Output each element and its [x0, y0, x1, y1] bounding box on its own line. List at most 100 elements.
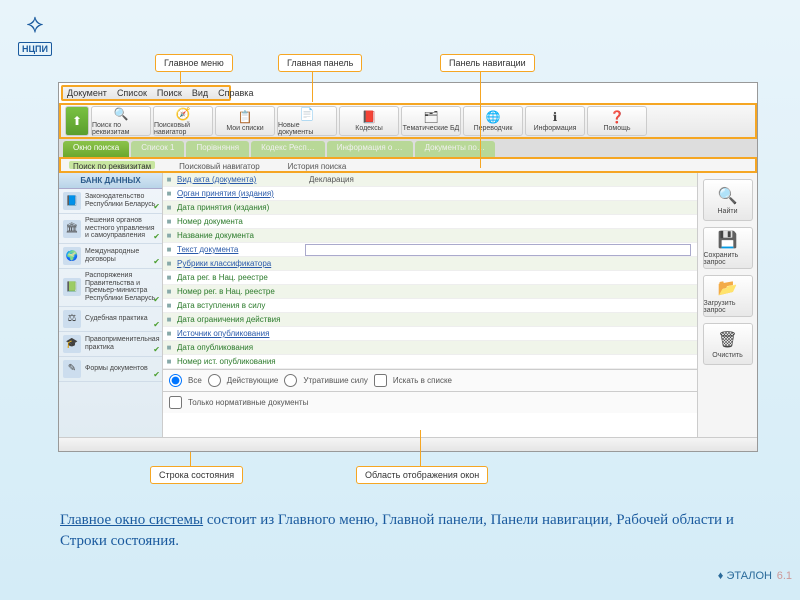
logo-text: НЦПИ [18, 42, 52, 56]
bullet-icon: ■ [163, 273, 175, 282]
callout-main-menu: Главное меню [155, 54, 233, 72]
filter-in-list-check[interactable] [374, 374, 387, 387]
clear-button[interactable]: 🗑Очистить [703, 323, 753, 365]
callout-nav-panel: Панель навигации [440, 54, 535, 72]
subtab-history[interactable]: История поиска [284, 161, 351, 169]
tab-list1[interactable]: Список 1 [131, 141, 184, 157]
sidebar-item-intl[interactable]: 🌍Международные договоры✔ [59, 244, 162, 269]
menu-list[interactable]: Список [117, 88, 147, 98]
check-icon: ✔ [153, 258, 160, 267]
sidebar-item-law-practice[interactable]: 🎓Правоприменительная практика✔ [59, 332, 162, 357]
back-button[interactable]: ⬆ [65, 106, 89, 136]
sidebar-item-legislation[interactable]: 📘Законодательство Республики Беларусь✔ [59, 189, 162, 214]
menu-document[interactable]: Документ [67, 88, 107, 98]
tab-codex[interactable]: Кодекс Респ… [251, 141, 325, 157]
form-field-row: ■Вид акта (документа)Декларация [163, 173, 697, 187]
scales-icon: ⚖ [63, 310, 81, 328]
bullet-icon: ■ [163, 343, 175, 352]
form-field-row: ■Номер ист. опубликования [163, 355, 697, 369]
form-field-row: ■Номер документа [163, 215, 697, 229]
tb-translator[interactable]: 🌐Переводчик [463, 106, 523, 136]
save-query-button[interactable]: 💾Сохранить запрос [703, 227, 753, 269]
menu-search[interactable]: Поиск [157, 88, 182, 98]
caption-title: Главное окно системы [60, 512, 203, 528]
tb-codes[interactable]: 📕Кодексы [339, 106, 399, 136]
filter-row-2: Только нормативные документы [163, 391, 697, 413]
page-version: 6.1 [777, 570, 792, 582]
form-field-row: ■Дата принятия (издания) [163, 201, 697, 215]
bullet-icon: ■ [163, 175, 175, 184]
tb-thematic-db[interactable]: 🗂Тематические БД [401, 106, 461, 136]
field-label[interactable]: Орган принятия (издания) [175, 189, 305, 198]
help-icon: ❓ [610, 110, 625, 124]
globe-icon: 🌍 [63, 247, 81, 265]
caption: Главное окно системы состоит из Главного… [60, 510, 740, 552]
info-icon: ℹ [553, 110, 558, 124]
subtab-requisites[interactable]: Поиск по реквизитам [69, 161, 155, 169]
callout-main-panel: Главная панель [278, 54, 362, 72]
tb-my-lists[interactable]: 📋Мои списки [215, 106, 275, 136]
sidebar: БАНК ДАННЫХ 📘Законодательство Республики… [59, 173, 163, 451]
field-label: Дата вступления в силу [175, 301, 305, 310]
bullet-icon: ■ [163, 189, 175, 198]
arrow-up-icon: ⬆ [72, 114, 82, 128]
find-button[interactable]: 🔍Найти [703, 179, 753, 221]
tb-help[interactable]: ❓Помощь [587, 106, 647, 136]
menu-view[interactable]: Вид [192, 88, 208, 98]
field-label: Дата принятия (издания) [175, 203, 305, 212]
magnifier-icon: 🔍 [718, 186, 738, 206]
bullet-icon: ■ [163, 357, 175, 366]
field-label[interactable]: Вид акта (документа) [175, 175, 305, 184]
sidebar-item-local-gov[interactable]: 🏛Решения органов местного управления и с… [59, 214, 162, 244]
sidebar-item-doc-forms[interactable]: ✎Формы документов✔ [59, 357, 162, 382]
search-form: ■Вид акта (документа)Декларация■Орган пр… [163, 173, 697, 451]
form-field-row: ■Название документа [163, 229, 697, 243]
field-label: Название документа [175, 231, 305, 240]
filter-all-radio[interactable] [169, 374, 182, 387]
trash-icon: 🗑 [717, 330, 737, 350]
tb-new-docs[interactable]: 📄Новые документы [277, 106, 337, 136]
field-label[interactable]: Источник опубликования [175, 329, 305, 338]
menu-bar: Документ Список Поиск Вид Справка [61, 85, 231, 101]
form-field-row: ■Рубрики классификатора [163, 257, 697, 271]
filter-only-norm-check[interactable] [169, 396, 182, 409]
tb-info[interactable]: ℹИнформация [525, 106, 585, 136]
tb-search-navigator[interactable]: 🧭Поисковый навигатор [153, 106, 213, 136]
book-icon: 📕 [362, 110, 377, 124]
bullet-icon: ■ [163, 329, 175, 338]
action-panel: 🔍Найти 💾Сохранить запрос 📂Загрузить запр… [697, 173, 757, 451]
tab-docs[interactable]: Документы по… [415, 141, 495, 157]
status-bar [59, 437, 757, 451]
text-document-input[interactable] [305, 244, 691, 256]
load-icon: 📂 [718, 278, 738, 298]
app-window: Документ Список Поиск Вид Справка ⬆ 🔍Пои… [58, 82, 758, 452]
tab-search-window[interactable]: Окно поиска [63, 141, 129, 157]
form-field-row: ■Номер рег. в Нац. реестре [163, 285, 697, 299]
subtab-navigator[interactable]: Поисковый навигатор [175, 161, 263, 169]
filter-active-radio[interactable] [208, 374, 221, 387]
field-label[interactable]: Текст документа [175, 245, 305, 254]
load-query-button[interactable]: 📂Загрузить запрос [703, 275, 753, 317]
check-icon: ✔ [153, 371, 160, 380]
sidebar-header: БАНК ДАННЫХ [59, 173, 162, 189]
check-icon: ✔ [153, 233, 160, 242]
form-field-row: ■Дата ограничения действия [163, 313, 697, 327]
sidebar-item-gov-orders[interactable]: 📗Распоряжения Правительства и Премьер-ми… [59, 269, 162, 307]
book-green-icon: 📗 [63, 278, 81, 296]
filter-expired-radio[interactable] [284, 374, 297, 387]
tab-compare[interactable]: Порівняння [186, 141, 249, 157]
tb-search-requisites[interactable]: 🔍Поиск по реквизитам [91, 106, 151, 136]
sidebar-item-court[interactable]: ⚖Судебная практика✔ [59, 307, 162, 332]
bullet-icon: ■ [163, 245, 175, 254]
field-label[interactable]: Рубрики классификатора [175, 259, 305, 268]
tab-info[interactable]: Информация о … [327, 141, 413, 157]
sub-tab-bar: Поиск по реквизитам Поисковый навигатор … [59, 157, 757, 173]
callout-display-area: Область отображения окон [356, 466, 488, 484]
menu-help[interactable]: Справка [218, 88, 253, 98]
form-field-row: ■Дата опубликования [163, 341, 697, 355]
check-icon: ✔ [153, 321, 160, 330]
book-blue-icon: 📘 [63, 192, 81, 210]
check-icon: ✔ [153, 203, 160, 212]
field-value: Декларация [305, 175, 697, 184]
field-label: Номер ист. опубликования [175, 357, 305, 366]
